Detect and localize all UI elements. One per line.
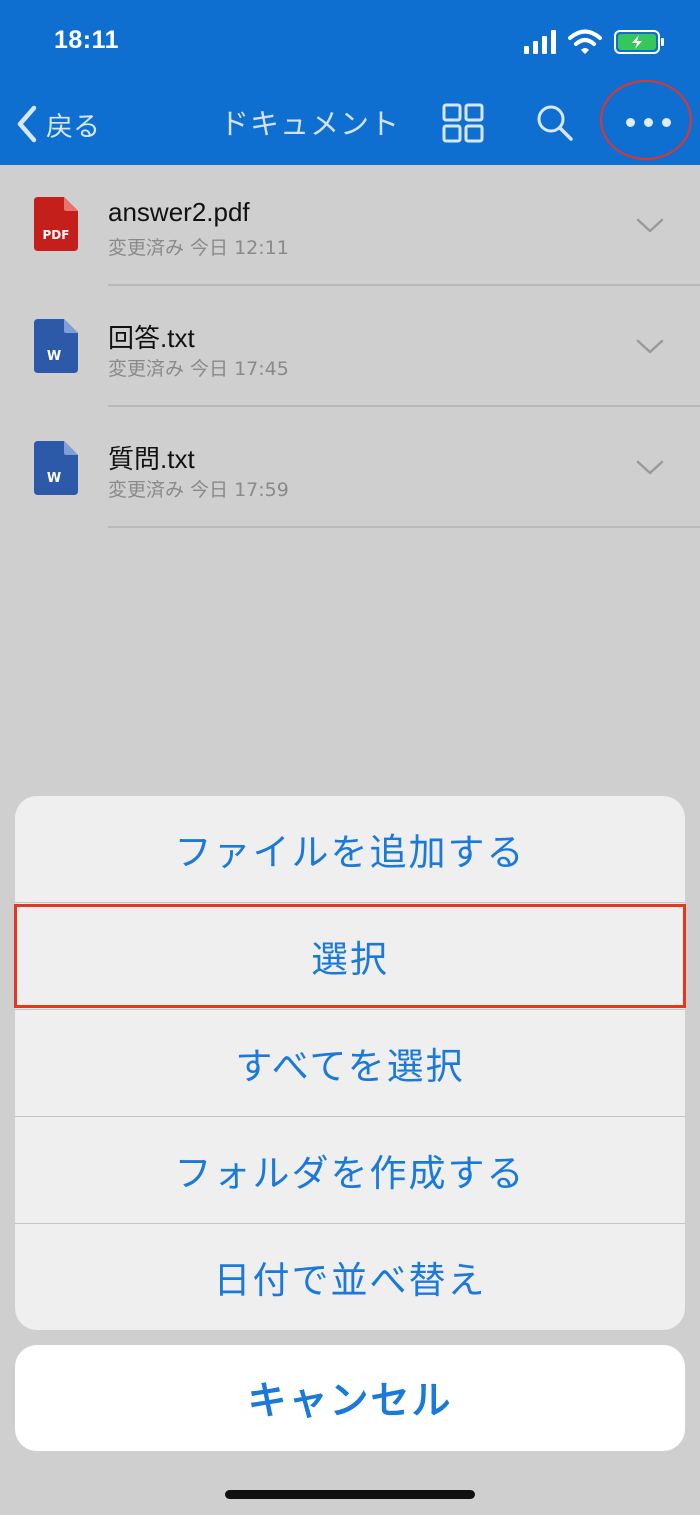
file-row[interactable]: PDF answer2.pdf 変更済み 今日 12:11: [0, 165, 700, 286]
signal-icon: [524, 30, 556, 54]
back-button[interactable]: 戻る: [14, 102, 100, 146]
grid-view-icon[interactable]: [442, 103, 484, 143]
file-name: answer2.pdf: [108, 197, 250, 227]
more-icon: [626, 118, 671, 127]
file-meta: 変更済み 今日 17:45: [108, 358, 289, 380]
battery-charging-icon: [614, 30, 664, 54]
chevron-left-icon: [17, 105, 37, 143]
file-meta: 変更済み 今日 12:11: [108, 237, 289, 259]
word-file-icon: W: [34, 441, 78, 495]
create-folder-option[interactable]: フォルダを作成する: [15, 1117, 685, 1223]
cancel-button[interactable]: キャンセル: [15, 1345, 685, 1451]
select-all-option[interactable]: すべてを選択: [15, 1010, 685, 1116]
file-row[interactable]: W 回答.txt 変更済み 今日 17:45: [0, 286, 700, 407]
status-time: 18:11: [54, 26, 120, 54]
home-indicator[interactable]: [225, 1490, 475, 1499]
sort-by-date-option[interactable]: 日付で並べ替え: [15, 1224, 685, 1330]
search-icon[interactable]: [535, 103, 575, 143]
pdf-file-icon: PDF: [34, 197, 78, 251]
app-header: 18:11 戻る ドキュメント: [0, 0, 700, 165]
chevron-down-icon[interactable]: [636, 459, 664, 477]
more-button[interactable]: [600, 80, 696, 164]
add-file-option[interactable]: ファイルを追加する: [15, 796, 685, 902]
page-title: ドキュメント: [220, 107, 401, 141]
divider: [108, 526, 700, 528]
back-label: 戻る: [46, 111, 100, 143]
action-sheet: ファイルを追加する 選択 すべてを選択 フォルダを作成する 日付で並べ替え: [15, 796, 685, 1330]
word-file-icon: W: [34, 319, 78, 373]
pdf-icon-label: PDF: [43, 228, 70, 242]
wifi-icon: [568, 29, 602, 54]
file-name: 質問.txt: [108, 444, 195, 474]
word-icon-label: W: [47, 349, 61, 364]
word-icon-label: W: [47, 471, 61, 486]
chevron-down-icon[interactable]: [636, 217, 664, 235]
highlight-box: [14, 904, 686, 1008]
file-meta: 変更済み 今日 17:59: [108, 479, 289, 501]
file-row[interactable]: W 質問.txt 変更済み 今日 17:59: [0, 407, 700, 528]
chevron-down-icon[interactable]: [636, 338, 664, 356]
file-name: 回答.txt: [108, 323, 195, 353]
